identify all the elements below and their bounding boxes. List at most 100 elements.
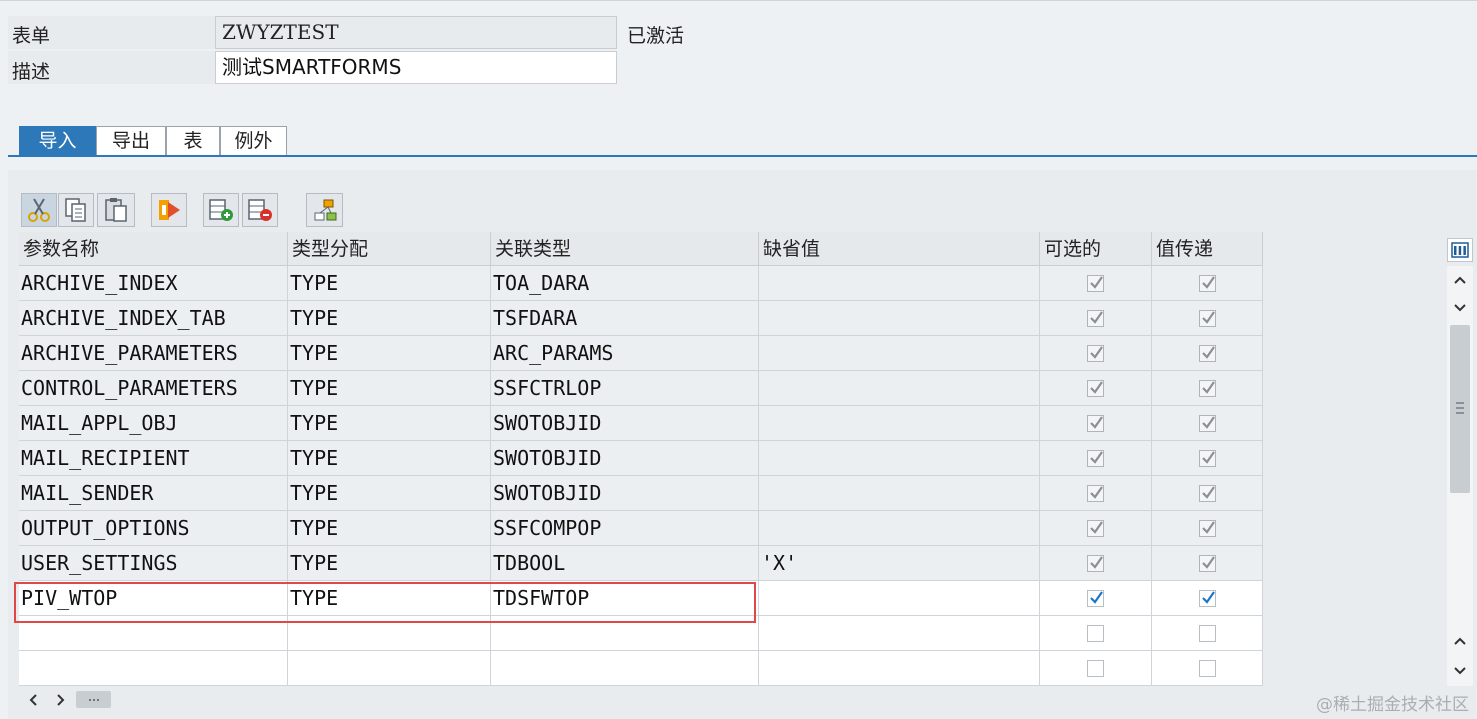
chevron-down-icon [1454,304,1466,312]
table-row[interactable]: CONTROL_PARAMETERS TYPE SSFCTRLOP [19,371,1263,406]
horizontal-scrollbar[interactable] [19,687,1263,713]
default-value-cell [759,511,1040,546]
table-row[interactable]: MAIL_SENDER TYPE SWOTOBJID [19,476,1263,511]
table-row[interactable] [19,651,1263,686]
by-value-checkbox [1198,449,1216,467]
copy-button[interactable] [58,193,94,227]
optional-cell [1040,371,1152,406]
column-layout-button[interactable] [1447,238,1473,262]
optional-cell [1040,301,1152,336]
by-value-checkbox [1198,519,1216,537]
ref-type-cell: ARC_PARAMS [491,336,759,371]
move-button[interactable] [151,193,187,227]
by-value-cell [1152,476,1263,511]
tab-exceptions[interactable]: 例外 [220,126,287,156]
optional-cell [1040,651,1152,686]
optional-cell [1040,476,1152,511]
optional-checkbox[interactable] [1087,589,1104,607]
tab-tables[interactable]: 表 [166,126,220,156]
optional-checkbox[interactable] [1087,659,1104,677]
type-assign-cell[interactable] [288,651,491,686]
col-header-param-name[interactable]: 参数名称 [19,232,288,266]
table-row[interactable]: MAIL_RECIPIENT TYPE SWOTOBJID [19,441,1263,476]
paste-button[interactable] [97,193,135,227]
scroll-down-button[interactable] [1451,661,1469,681]
by-value-checkbox [1198,379,1216,397]
hierarchy-button[interactable] [306,193,343,227]
col-header-optional[interactable]: 可选的 [1040,232,1152,266]
default-value-cell[interactable] [759,651,1040,686]
ref-type-cell: SSFCTRLOP [491,371,759,406]
col-header-by-value[interactable]: 值传递 [1152,232,1263,266]
ref-type-cell: SSFCOMPOP [491,511,759,546]
scroll-up-page-button[interactable] [1451,631,1469,651]
ref-type-cell: SWOTOBJID [491,406,759,441]
scroll-right-button[interactable] [54,692,68,708]
by-value-checkbox [1198,274,1216,292]
table-row[interactable]: ARCHIVE_PARAMETERS TYPE ARC_PARAMS [19,336,1263,371]
optional-checkbox[interactable] [1087,624,1104,642]
col-header-default[interactable]: 缺省值 [759,232,1040,266]
description-input[interactable]: 测试SMARTFORMS [215,51,617,84]
ref-type-cell: TOA_DARA [491,266,759,301]
param-name-cell: MAIL_RECIPIENT [19,441,288,476]
ref-type-cell: SWOTOBJID [491,441,759,476]
type-assign-cell: TYPE [288,371,491,406]
optional-checkbox [1087,379,1104,397]
optional-cell [1040,616,1152,651]
by-value-checkbox [1198,484,1216,502]
by-value-cell [1152,406,1263,441]
type-assign-cell: TYPE [288,406,491,441]
table-row[interactable]: OUTPUT_OPTIONS TYPE SSFCOMPOP [19,511,1263,546]
h-scroll-grip-icon [88,698,99,701]
table-row[interactable]: USER_SETTINGS TYPE TDBOOL 'X' [19,546,1263,581]
optional-cell [1040,546,1152,581]
param-name-cell: USER_SETTINGS [19,546,288,581]
table-row[interactable]: ARCHIVE_INDEX_TAB TYPE TSFDARA [19,301,1263,336]
scroll-down-page-button[interactable] [1451,298,1469,318]
cut-button[interactable] [21,193,57,227]
chevron-up-icon [1454,637,1466,645]
ref-type-cell[interactable] [491,651,759,686]
default-value-cell [759,301,1040,336]
by-value-checkbox[interactable] [1198,624,1216,642]
optional-cell [1040,441,1152,476]
optional-checkbox [1087,414,1104,432]
by-value-checkbox [1198,554,1216,572]
hierarchy-icon [314,199,336,221]
optional-cell [1040,511,1152,546]
default-value-cell[interactable] [759,581,1040,616]
h-scroll-thumb[interactable] [76,691,111,708]
by-value-checkbox[interactable] [1198,659,1216,677]
table-row[interactable]: ARCHIVE_INDEX TYPE TOA_DARA [19,266,1263,301]
by-value-cell [1152,546,1263,581]
insert-row-button[interactable] [203,193,239,227]
param-name-cell: MAIL_APPL_OBJ [19,406,288,441]
col-header-type-assign[interactable]: 类型分配 [288,232,491,266]
copy-icon [65,198,86,222]
param-name-cell[interactable] [19,651,288,686]
col-header-ref-type[interactable]: 关联类型 [491,232,759,266]
default-value-cell[interactable] [759,616,1040,651]
tab-export[interactable]: 导出 [96,126,166,156]
optional-checkbox [1087,449,1104,467]
by-value-cell [1152,371,1263,406]
highlight-box [14,582,756,623]
scroll-left-button[interactable] [26,692,40,708]
top-border [0,0,1477,1]
scroll-up-button[interactable] [1451,270,1469,290]
param-name-cell: CONTROL_PARAMETERS [19,371,288,406]
optional-checkbox [1087,274,1104,292]
by-value-checkbox[interactable] [1198,589,1216,607]
chevron-left-icon [29,694,37,706]
tab-import[interactable]: 导入 [19,126,96,156]
param-name-cell: ARCHIVE_INDEX [19,266,288,301]
type-assign-cell: TYPE [288,301,491,336]
status-text: 已激活 [627,25,685,47]
optional-checkbox [1087,519,1104,537]
ref-type-cell: TSFDARA [491,301,759,336]
delete-row-button[interactable] [242,193,278,227]
default-value-cell [759,371,1040,406]
type-assign-cell: TYPE [288,546,491,581]
table-row[interactable]: MAIL_APPL_OBJ TYPE SWOTOBJID [19,406,1263,441]
